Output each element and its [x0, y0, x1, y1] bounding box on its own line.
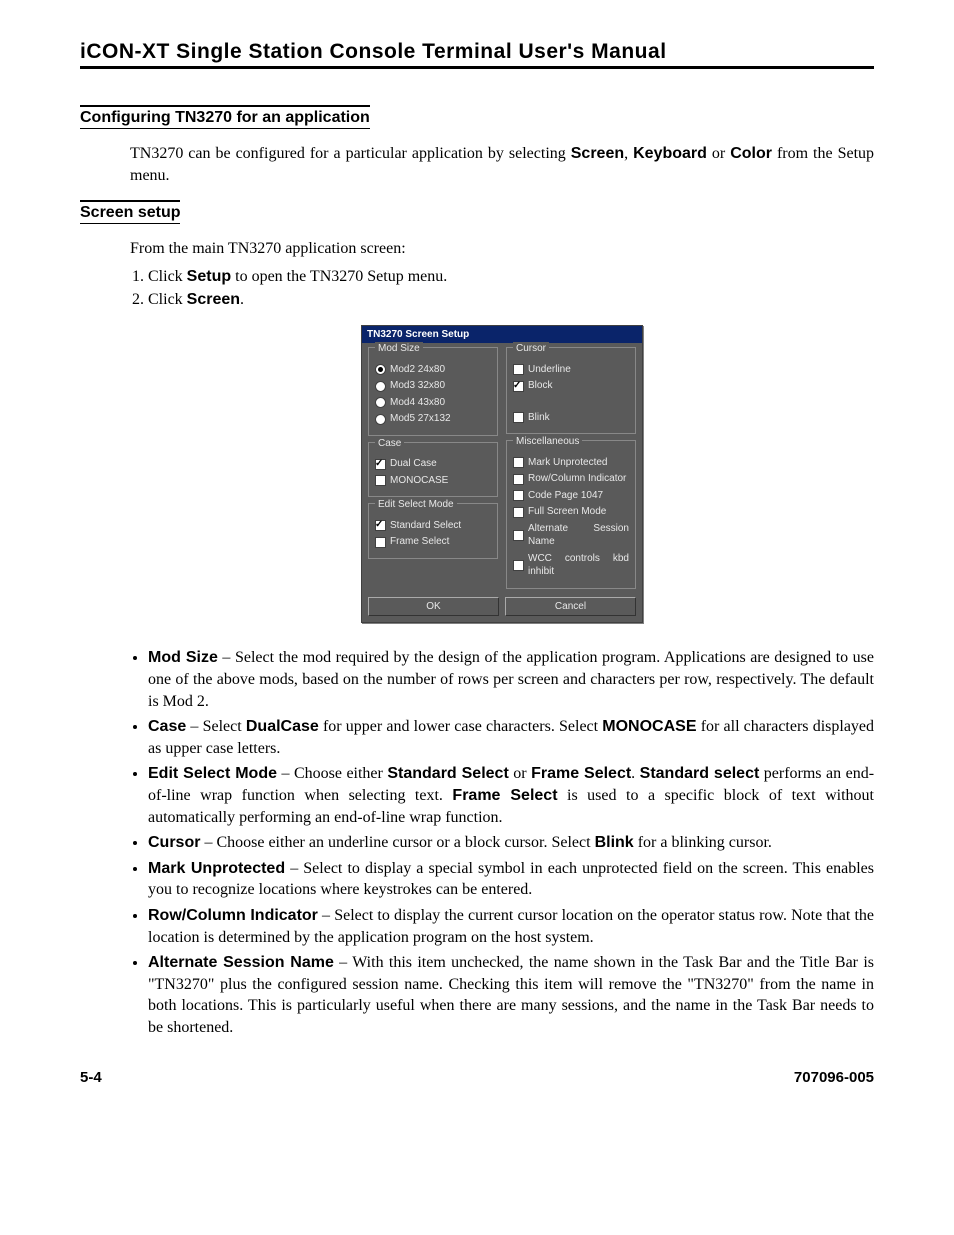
radio-icon	[375, 397, 386, 408]
check-icon	[375, 459, 386, 470]
step-2: Click Screen.	[148, 289, 874, 311]
bullet-alternate-session-name: Alternate Session Name – With this item …	[148, 952, 874, 1038]
check-icon	[513, 507, 524, 518]
group-mod-size: Mod Size Mod2 24x80 Mod3 32x80 Mod4 43x8…	[368, 347, 498, 436]
check-icon	[513, 560, 524, 571]
check-icon	[375, 520, 386, 531]
check-icon	[513, 381, 524, 392]
check-frame-select[interactable]: Frame Select	[375, 535, 491, 549]
page-title: iCON-XT Single Station Console Terminal …	[80, 40, 874, 69]
bullet-case: Case – Select DualCase for upper and low…	[148, 716, 874, 759]
dialog-title: TN3270 Screen Setup	[362, 326, 642, 344]
radio-icon	[375, 381, 386, 392]
radio-icon	[375, 364, 386, 375]
section-heading-screen: Screen setup	[80, 200, 180, 224]
screen-setup-dialog: TN3270 Screen Setup Mod Size Mod2 24x80 …	[361, 325, 643, 624]
section-config: Configuring TN3270 for an application TN…	[80, 105, 874, 186]
check-icon	[513, 490, 524, 501]
check-icon	[513, 412, 524, 423]
step-1: Click Setup to open the TN3270 Setup men…	[148, 266, 874, 288]
check-full-screen-mode[interactable]: Full Screen Mode	[513, 505, 629, 519]
config-paragraph: TN3270 can be configured for a particula…	[130, 143, 874, 186]
check-icon	[513, 457, 524, 468]
group-cursor: Cursor Underline Block Blink	[506, 347, 636, 434]
check-wcc-kbd-inhibit[interactable]: WCC controls kbd inhibit	[513, 552, 629, 579]
screen-steps: Click Setup to open the TN3270 Setup men…	[130, 266, 874, 311]
check-monocase[interactable]: MONOCASE	[375, 474, 491, 488]
check-code-page-1047[interactable]: Code Page 1047	[513, 489, 629, 503]
check-dual-case[interactable]: Dual Case	[375, 457, 491, 471]
page-footer: 5-4 707096-005	[80, 1069, 874, 1086]
radio-mod2[interactable]: Mod2 24x80	[375, 363, 491, 377]
ok-button[interactable]: OK	[368, 597, 499, 617]
group-miscellaneous: Miscellaneous Mark Unprotected Row/Colum…	[506, 440, 636, 589]
check-icon	[513, 364, 524, 375]
check-standard-select[interactable]: Standard Select	[375, 519, 491, 533]
legend-misc: Miscellaneous	[513, 435, 582, 449]
radio-mod4[interactable]: Mod4 43x80	[375, 396, 491, 410]
bullet-mark-unprotected: Mark Unprotected – Select to display a s…	[148, 858, 874, 901]
check-mark-unprotected[interactable]: Mark Unprotected	[513, 456, 629, 470]
group-edit-select: Edit Select Mode Standard Select Frame S…	[368, 503, 498, 559]
legend-case: Case	[375, 437, 404, 451]
check-icon	[375, 475, 386, 486]
legend-edit-select: Edit Select Mode	[375, 498, 457, 512]
section-heading-config: Configuring TN3270 for an application	[80, 105, 370, 129]
legend-mod-size: Mod Size	[375, 342, 423, 356]
check-alternate-session-name[interactable]: Alternate Session Name	[513, 522, 629, 549]
bullet-edit-select: Edit Select Mode – Choose either Standar…	[148, 763, 874, 828]
bullet-list: Mod Size – Select the mod required by th…	[148, 647, 874, 1038]
check-icon	[513, 474, 524, 485]
screen-intro: From the main TN3270 application screen:	[130, 238, 874, 260]
legend-cursor: Cursor	[513, 342, 549, 356]
doc-number: 707096-005	[794, 1069, 874, 1086]
radio-icon	[375, 414, 386, 425]
check-icon	[513, 530, 524, 541]
bullet-cursor: Cursor – Choose either an underline curs…	[148, 832, 874, 854]
bullet-mod-size: Mod Size – Select the mod required by th…	[148, 647, 874, 712]
check-icon	[375, 537, 386, 548]
check-blink[interactable]: Blink	[513, 411, 629, 425]
radio-mod5[interactable]: Mod5 27x132	[375, 412, 491, 426]
check-underline[interactable]: Underline	[513, 363, 629, 377]
section-screen: Screen setup From the main TN3270 applic…	[80, 200, 874, 1038]
bullet-rowcol-indicator: Row/Column Indicator – Select to display…	[148, 905, 874, 948]
cancel-button[interactable]: Cancel	[505, 597, 636, 617]
page-number: 5-4	[80, 1069, 102, 1086]
radio-mod3[interactable]: Mod3 32x80	[375, 379, 491, 393]
check-rowcol-indicator[interactable]: Row/Column Indicator	[513, 472, 629, 486]
group-case: Case Dual Case MONOCASE	[368, 442, 498, 498]
check-block[interactable]: Block	[513, 379, 629, 393]
